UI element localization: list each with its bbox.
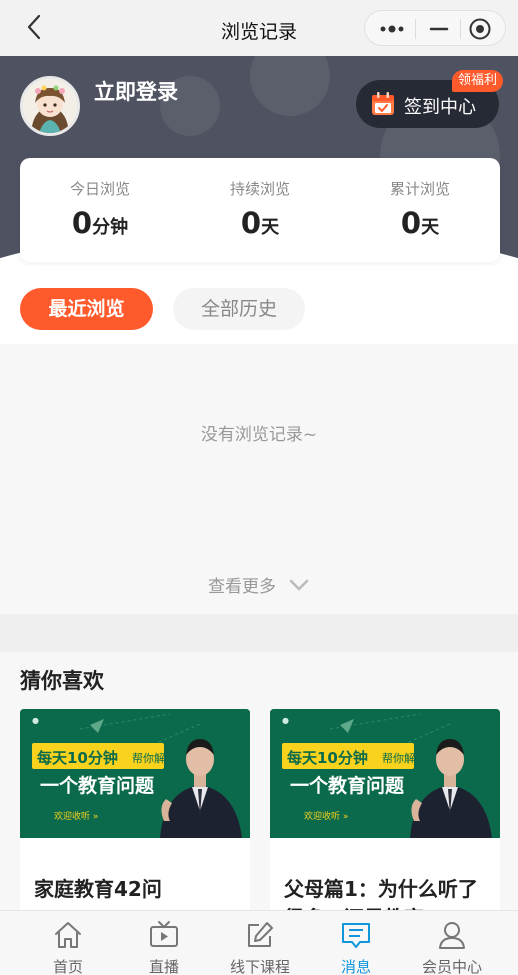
edit-icon bbox=[248, 922, 273, 947]
signin-label: 签到中心 bbox=[404, 97, 476, 118]
banner-cta: 欢迎收听 » bbox=[54, 812, 99, 822]
calendar-check-icon bbox=[372, 92, 394, 115]
history-tabs: 最近浏览 全部历史 bbox=[0, 266, 518, 344]
tab-home[interactable]: 首页 bbox=[16, 911, 120, 975]
tab-live[interactable]: 直播 bbox=[112, 911, 216, 975]
tab-label: 消息 bbox=[340, 958, 371, 975]
presenter-photo bbox=[410, 739, 492, 838]
capsule-divider bbox=[460, 19, 461, 39]
tab-label: 会员中心 bbox=[421, 958, 482, 975]
course-thumbnail: ● 每天10分钟 帮你解决 一个教育问题 欢迎收听 » bbox=[270, 709, 500, 838]
user-icon bbox=[439, 922, 465, 949]
stat-value: 0天 bbox=[400, 206, 440, 240]
recommend-section: 猜你喜欢 ● 每天10分钟 帮你解决 一个教育问题 欢迎收听 » 家庭教育42问… bbox=[0, 652, 518, 929]
tab-recent[interactable]: 最近浏览 bbox=[20, 288, 153, 330]
tab-member-center[interactable]: 会员中心 bbox=[400, 911, 504, 975]
stat-label: 今日浏览 bbox=[69, 180, 130, 198]
banner-cta: 欢迎收听 » bbox=[304, 812, 349, 822]
empty-message: 没有浏览记录~ bbox=[200, 425, 318, 445]
section-divider bbox=[0, 614, 518, 652]
course-title: 家庭教育42问 bbox=[34, 877, 162, 901]
course-card[interactable]: ● 每天10分钟 帮你解决 一个教育问题 欢迎收听 » 家庭教育42问 bbox=[20, 709, 250, 929]
presenter-photo bbox=[160, 739, 242, 838]
minimize-icon[interactable] bbox=[425, 20, 453, 38]
bottom-tab-bar: 首页 直播 线下课程 消息 会员中心 bbox=[0, 910, 518, 975]
message-icon bbox=[342, 923, 370, 948]
page: 浏览记录 立即登录 签到中心 领福利 今日浏览 0分钟 持续浏览 0天 累计浏览… bbox=[0, 0, 518, 975]
course-thumbnail: ● 每天10分钟 帮你解决 一个教育问题 欢迎收听 » bbox=[20, 709, 250, 838]
stat-total: 累计浏览 0天 bbox=[340, 158, 500, 262]
banner-headline: 一个教育问题 bbox=[290, 775, 405, 797]
view-more-label: 查看更多 bbox=[208, 577, 276, 597]
view-more-button[interactable]: 查看更多 bbox=[206, 557, 316, 613]
home-icon bbox=[55, 922, 81, 948]
stat-today: 今日浏览 0分钟 bbox=[20, 158, 180, 262]
login-link[interactable]: 立即登录 bbox=[94, 76, 178, 106]
more-dots-icon[interactable] bbox=[377, 20, 407, 38]
avatar-illustration bbox=[23, 79, 77, 133]
stat-value: 0天 bbox=[240, 206, 280, 240]
stat-label: 持续浏览 bbox=[229, 180, 290, 198]
banner-line: 每天10分钟 bbox=[287, 749, 368, 767]
tab-offline-course[interactable]: 线下课程 bbox=[208, 911, 312, 975]
stat-label: 累计浏览 bbox=[389, 180, 450, 198]
tab-message[interactable]: 消息 bbox=[304, 911, 408, 975]
mini-program-capsule bbox=[364, 10, 506, 46]
tab-label: 线下课程 bbox=[229, 958, 290, 975]
banner-line: 每天10分钟 bbox=[37, 749, 118, 767]
tv-icon bbox=[150, 921, 178, 947]
course-card[interactable]: ● 每天10分钟 帮你解决 一个教育问题 欢迎收听 » 父母篇1：为什么听了很多… bbox=[270, 709, 500, 929]
capsule-divider bbox=[415, 19, 416, 39]
stat-value: 0分钟 bbox=[71, 206, 129, 240]
avatar[interactable] bbox=[20, 76, 80, 136]
decor-bubble bbox=[250, 56, 330, 116]
brand-logo: ● bbox=[32, 716, 39, 725]
tab-all-history[interactable]: 全部历史 bbox=[173, 288, 305, 330]
close-target-icon[interactable] bbox=[468, 17, 492, 41]
chevron-down-icon bbox=[289, 579, 309, 591]
empty-state: 没有浏览记录~ 查看更多 bbox=[0, 344, 518, 614]
stat-continuous: 持续浏览 0天 bbox=[180, 158, 340, 262]
tab-label: 直播 bbox=[148, 958, 179, 975]
welfare-badge: 领福利 bbox=[452, 70, 504, 92]
stats-card: 今日浏览 0分钟 持续浏览 0天 累计浏览 0天 bbox=[20, 158, 500, 262]
nav-bar: 浏览记录 bbox=[0, 0, 518, 56]
recommend-title: 猜你喜欢 bbox=[20, 669, 104, 693]
banner-headline: 一个教育问题 bbox=[40, 775, 155, 797]
tab-label: 首页 bbox=[52, 958, 83, 975]
brand-logo: ● bbox=[282, 716, 289, 725]
